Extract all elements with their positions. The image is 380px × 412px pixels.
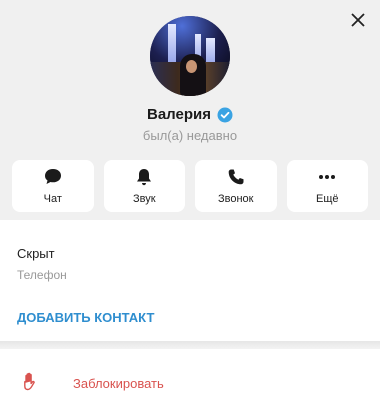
profile-panel: Валерия был(а) недавно Чат Звук Звонок Е… [0, 0, 380, 412]
add-contact-button[interactable]: ДОБАВИТЬ КОНТАКТ [17, 310, 154, 325]
profile-status: был(а) недавно [142, 128, 238, 143]
verified-badge-icon [217, 107, 233, 122]
block-user-button[interactable]: Заблокировать [0, 350, 380, 412]
profile-name: Валерия [147, 106, 211, 123]
bell-icon [137, 169, 152, 186]
chat-button[interactable]: Чат [12, 160, 94, 212]
profile-header: Валерия был(а) недавно Чат Звук Звонок Е… [0, 0, 380, 220]
phone-label: Телефон [17, 268, 67, 282]
close-button[interactable] [344, 6, 372, 34]
sound-label: Звук [132, 193, 156, 205]
section-divider [0, 341, 380, 349]
more-icon [319, 175, 336, 179]
chat-icon [44, 169, 61, 184]
more-button[interactable]: Ещё [286, 160, 368, 212]
name-row: Валерия [0, 106, 380, 123]
call-label: Звонок [218, 193, 254, 205]
avatar-face [186, 60, 197, 73]
phone-value: Скрыт [17, 246, 55, 261]
close-icon [351, 13, 365, 27]
hand-icon [24, 372, 35, 391]
info-section: Скрыт Телефон ДОБАВИТЬ КОНТАКТ [0, 220, 380, 340]
avatar[interactable] [150, 16, 230, 96]
phone-icon [228, 169, 244, 185]
more-label: Ещё [315, 193, 339, 205]
call-button[interactable]: Звонок [195, 160, 277, 212]
chat-label: Чат [43, 193, 62, 205]
action-bar: Чат Звук Звонок Ещё [12, 160, 368, 212]
block-label: Заблокировать [73, 376, 164, 391]
sound-button[interactable]: Звук [103, 160, 185, 212]
